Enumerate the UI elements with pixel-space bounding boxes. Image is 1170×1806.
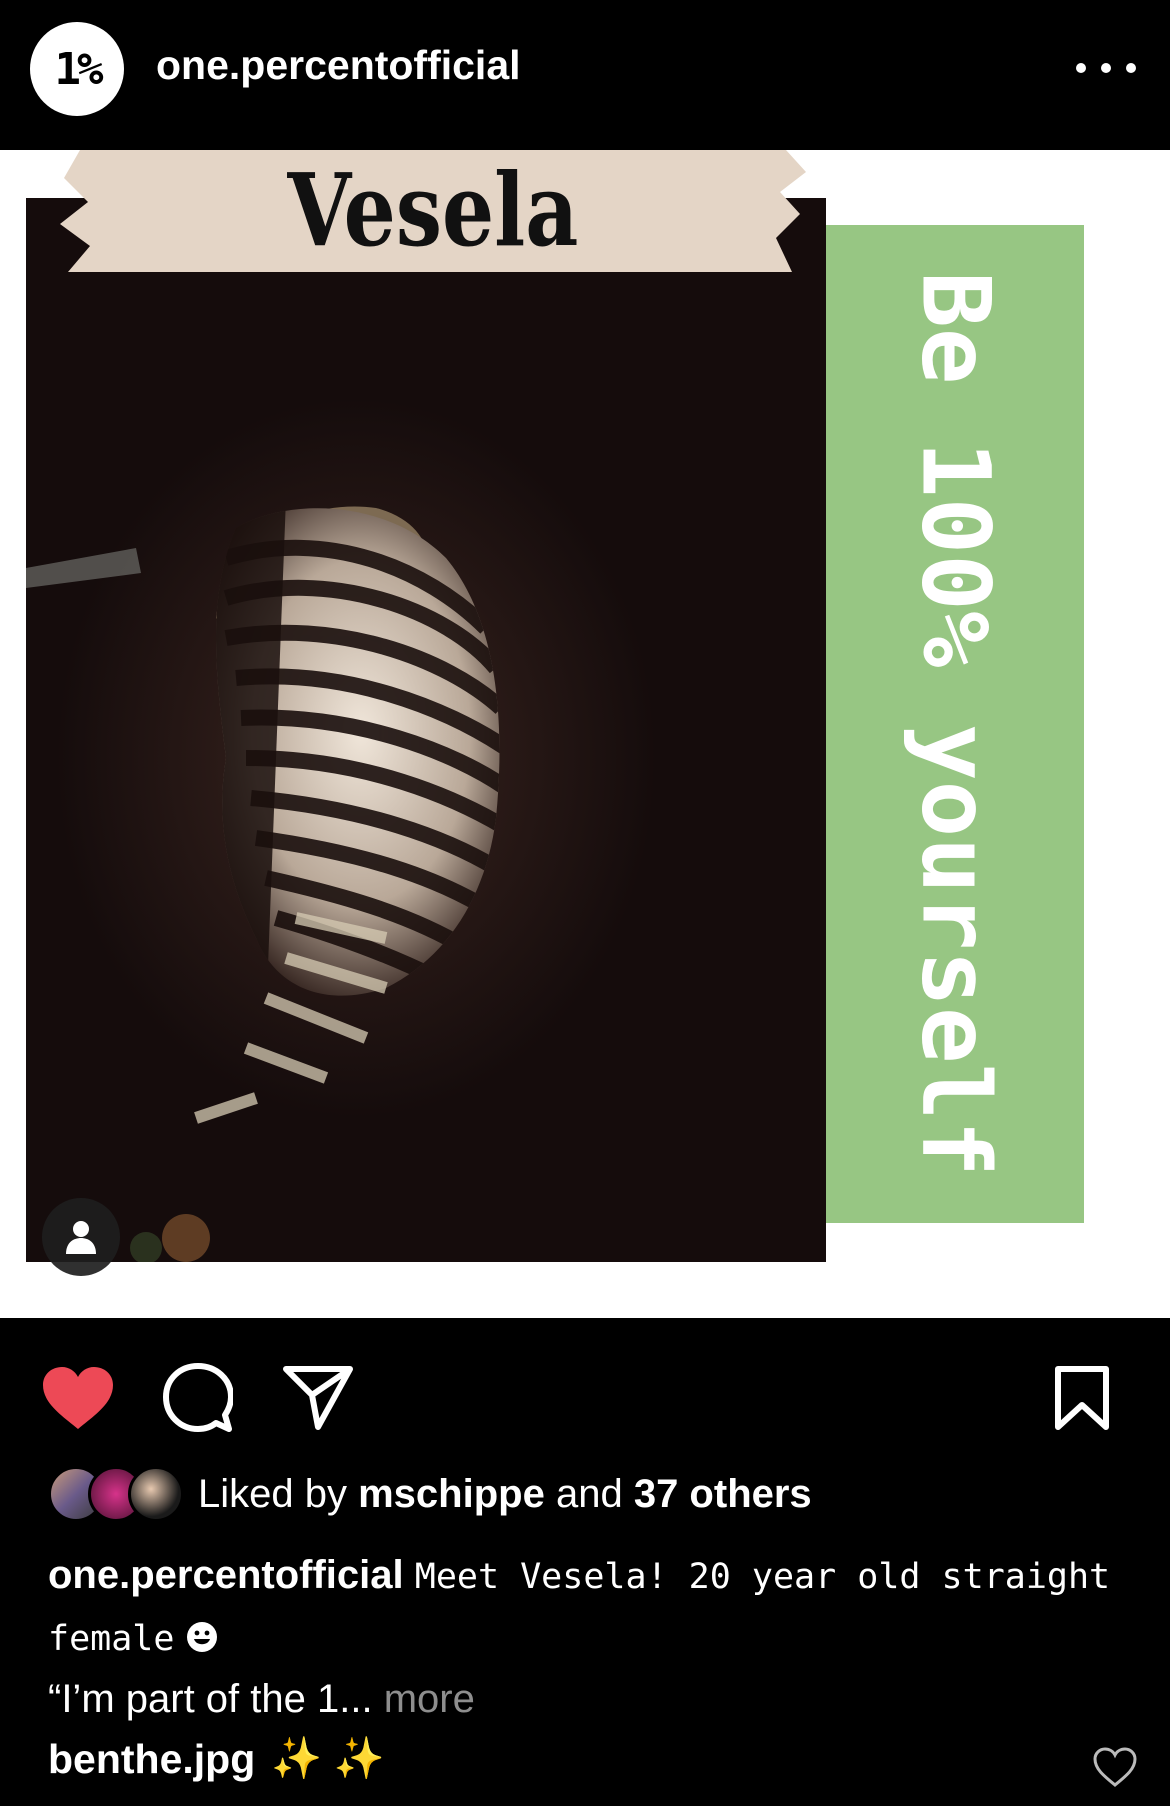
tagged-user-icon[interactable] (42, 1198, 120, 1276)
username-link[interactable]: one.percentofficial (156, 42, 521, 89)
more-options-icon[interactable] (1076, 48, 1136, 88)
liker-avatar (128, 1466, 184, 1522)
heart-outline-icon[interactable] (1092, 1745, 1138, 1791)
banner-title: Vesela (287, 151, 579, 269)
liker-avatars (48, 1466, 184, 1522)
comment-icon[interactable] (158, 1358, 238, 1438)
slogan-text: Be 100% yourself (900, 271, 1010, 1177)
sparkles-emoji: ✨ ✨ (271, 1735, 385, 1781)
profile-avatar[interactable]: 1% (30, 22, 124, 116)
caption: one.percentofficial Meet Vesela! 20 year… (48, 1545, 1128, 1729)
portrait-photo (26, 198, 826, 1262)
slogan-panel: Be 100% yourself (826, 225, 1084, 1223)
likes-others[interactable]: 37 others (634, 1472, 812, 1516)
comment-username[interactable]: benthe.jpg (48, 1736, 255, 1783)
likes-and: and (555, 1471, 623, 1516)
comment-preview[interactable]: benthe.jpg ✨ ✨ (48, 1735, 385, 1783)
post-image[interactable]: Vesela Be 100% yourself (0, 150, 1170, 1318)
likes-summary: Liked by mschippe and 37 others (198, 1472, 812, 1517)
caption-line2: “I’m part of the 1... (48, 1677, 373, 1721)
liker-username[interactable]: mschippe (358, 1472, 545, 1516)
heart-filled-icon[interactable] (38, 1358, 118, 1438)
likes-row[interactable]: Liked by mschippe and 37 others (48, 1464, 812, 1524)
bookmark-icon[interactable] (1042, 1358, 1122, 1438)
likes-prefix: Liked by (198, 1471, 347, 1516)
caption-username[interactable]: one.percentofficial (48, 1553, 404, 1597)
post-header: 1% one.percentofficial (0, 0, 1170, 150)
smiley-icon (186, 1622, 217, 1652)
action-bar (0, 1318, 1170, 1468)
caption-more-link[interactable]: more (384, 1677, 475, 1721)
paper-plane-icon[interactable] (278, 1358, 358, 1438)
